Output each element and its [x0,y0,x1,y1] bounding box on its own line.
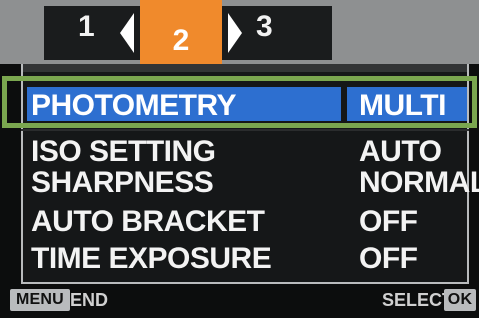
menu-key[interactable]: MENU [10,289,70,311]
panel-top-strip [21,64,469,72]
camera-lcd-screen: 1 3 2 PHOTOMETRY MULTI ISO SETTING AUTO … [0,0,479,318]
select-label: SELECT [382,290,454,310]
left-arrow-icon [120,13,134,53]
footer: MENU END SELECT OK [0,284,479,318]
menu-item-label: TIME EXPOSURE [31,242,272,275]
menu-item-auto-bracket[interactable]: AUTO BRACKET OFF [21,201,469,241]
tab-1-label: 1 [78,10,95,43]
menu-item-label: AUTO BRACKET [31,205,265,238]
menu-item-time-exposure[interactable]: TIME EXPOSURE OFF [21,238,469,278]
menu-item-value: OFF [359,205,418,238]
tab-2-label: 2 [172,24,190,57]
menu-item-value: NORMAL [359,166,479,199]
menu-item-label: SHARPNESS [31,166,214,199]
menu-item-value: OFF [359,242,418,275]
selection-outline [2,76,477,128]
menu-item-sharpness[interactable]: SHARPNESS NORMAL [21,162,479,202]
ok-key[interactable]: OK [444,289,476,311]
tab-3-label: 3 [256,10,273,43]
end-label: END [70,290,109,310]
right-arrow-icon [228,13,242,53]
